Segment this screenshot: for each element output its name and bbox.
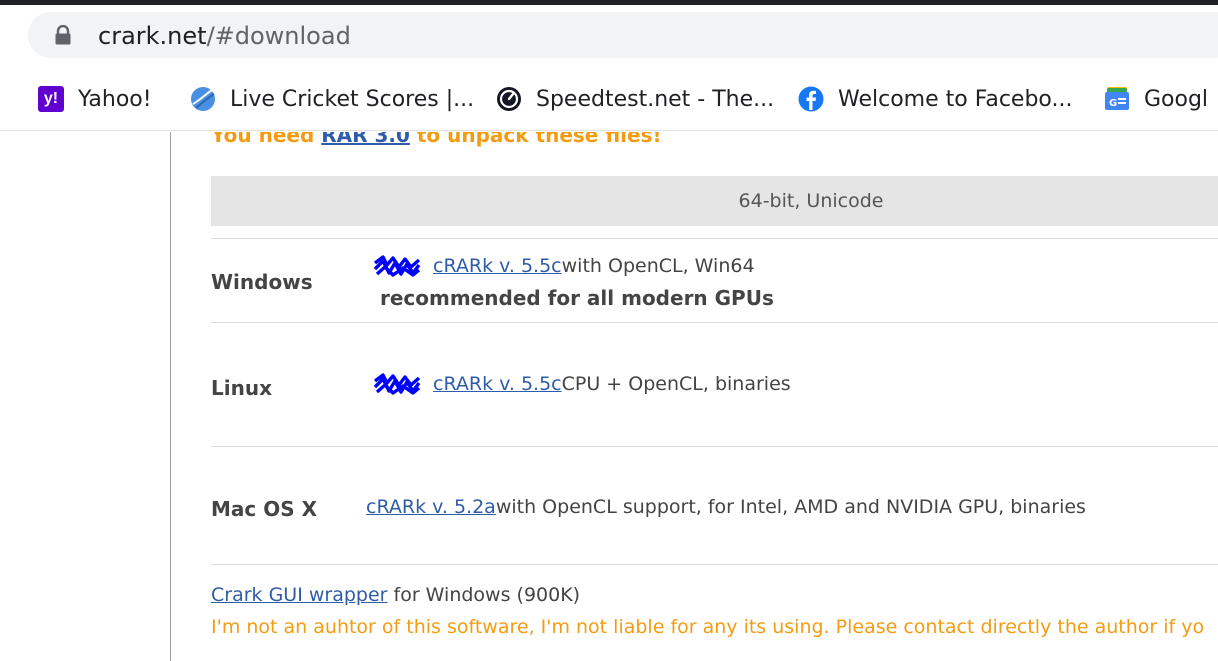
toolbar: crark.net/#download xyxy=(0,5,1218,67)
os-linux-label: Linux xyxy=(211,376,272,400)
mac-download: cRARk v. 5.2a with OpenCL support, for I… xyxy=(366,496,1086,518)
bookmarks-bar: y! Yahoo! Live Cricket Scores |... Speed… xyxy=(0,67,1218,131)
scribble-icon xyxy=(373,373,421,395)
left-border xyxy=(170,132,171,661)
scribble-icon xyxy=(373,255,421,277)
rar-requirement-note: You need RAR 3.0 to unpack these files! xyxy=(211,132,662,147)
windows-download: cRARk v. 5.5c with OpenCL, Win64 xyxy=(373,255,755,277)
crark-linux-link[interactable]: cRARk v. 5.5c xyxy=(433,373,562,395)
address-bar[interactable]: crark.net/#download xyxy=(28,12,1218,58)
bookmark-facebook[interactable]: Welcome to Facebo... xyxy=(798,83,1072,115)
lock-icon[interactable] xyxy=(54,25,72,45)
svg-text:G: G xyxy=(1109,98,1117,109)
divider xyxy=(211,238,1218,239)
crark-mac-link[interactable]: cRARk v. 5.2a xyxy=(366,496,496,518)
facebook-icon xyxy=(798,86,824,112)
rar-link[interactable]: RAR 3.0 xyxy=(321,132,410,147)
bookmark-label: Speedtest.net - The... xyxy=(536,86,775,112)
bookmark-label: Googl xyxy=(1144,86,1209,112)
bookmark-label: Yahoo! xyxy=(78,86,152,112)
divider xyxy=(211,322,1218,323)
speedtest-icon xyxy=(497,87,521,111)
divider xyxy=(211,564,1218,565)
bookmark-google-news[interactable]: G Googl xyxy=(1104,83,1208,115)
crark-windows-link[interactable]: cRARk v. 5.5c xyxy=(433,255,562,277)
header-label: 64-bit, Unicode xyxy=(738,190,884,212)
page-content: You need RAR 3.0 to unpack these files! … xyxy=(0,132,1218,661)
os-windows-label: Windows xyxy=(211,270,313,294)
table-header: 64-bit, Unicode xyxy=(211,176,1218,226)
bookmark-yahoo[interactable]: y! Yahoo! xyxy=(38,83,152,115)
cricket-ball-icon xyxy=(191,87,215,111)
bookmark-label: Live Cricket Scores |... xyxy=(230,86,475,112)
yahoo-icon: y! xyxy=(38,86,64,112)
bookmark-label: Welcome to Facebo... xyxy=(838,86,1073,112)
gpu-recommendation: recommended for all modern GPUs xyxy=(380,286,774,310)
gui-wrapper-link[interactable]: Crark GUI wrapper xyxy=(211,584,387,606)
divider xyxy=(211,446,1218,447)
linux-download: cRARk v. 5.5c CPU + OpenCL, binaries xyxy=(373,373,791,395)
os-mac-label: Mac OS X xyxy=(211,497,318,521)
gui-wrapper-row: Crark GUI wrapper for Windows (900K) xyxy=(211,584,581,606)
bookmark-speedtest[interactable]: Speedtest.net - The... xyxy=(496,83,774,115)
google-news-icon: G xyxy=(1105,87,1129,110)
bookmark-cricket[interactable]: Live Cricket Scores |... xyxy=(190,83,474,115)
disclaimer-text: I'm not an auhtor of this software, I'm … xyxy=(211,616,1205,638)
url-text[interactable]: crark.net/#download xyxy=(98,23,351,49)
